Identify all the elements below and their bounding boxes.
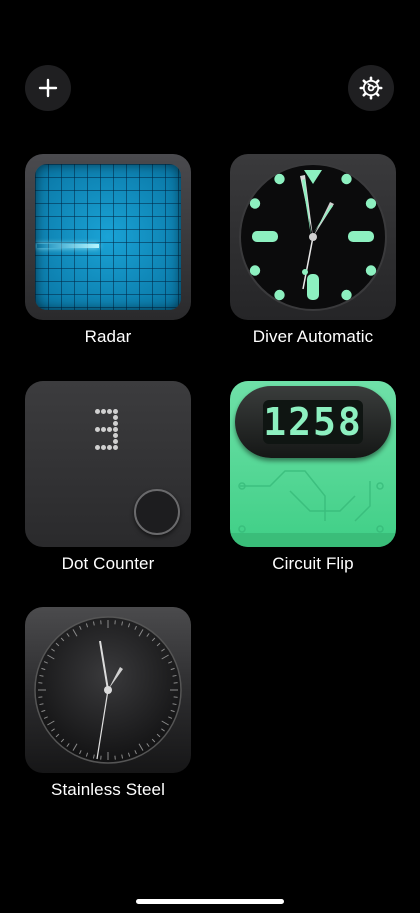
flip-display: 1258 xyxy=(235,386,391,458)
flip-window: 1258 xyxy=(263,400,363,444)
add-button[interactable] xyxy=(25,65,71,111)
flip-digits: 1258 xyxy=(263,400,363,444)
widget-circuit-flip[interactable]: 1258 xyxy=(230,381,396,547)
analog-watch-face xyxy=(34,616,182,764)
widget-label-circuit-flip: Circuit Flip xyxy=(272,554,354,573)
diver-watch-face xyxy=(239,163,387,311)
widget-dot-counter[interactable] xyxy=(25,381,191,547)
plus-icon xyxy=(38,78,58,98)
widget-label-radar: Radar xyxy=(84,327,132,346)
counter-knob xyxy=(134,489,180,535)
gear-icon xyxy=(359,76,383,100)
dot-matrix-digit xyxy=(95,409,118,450)
widget-diver-automatic[interactable] xyxy=(230,154,396,320)
widget-radar[interactable] xyxy=(25,154,191,320)
settings-button[interactable] xyxy=(348,65,394,111)
widget-label-stainless-steel: Stainless Steel xyxy=(51,780,165,799)
radar-sweep-line xyxy=(37,244,99,248)
widget-stainless-steel[interactable] xyxy=(25,607,191,773)
widget-label-diver-automatic: Diver Automatic xyxy=(252,327,374,346)
radar-screen xyxy=(35,164,181,310)
widget-label-dot-counter: Dot Counter xyxy=(61,554,155,573)
home-indicator[interactable] xyxy=(136,899,284,904)
